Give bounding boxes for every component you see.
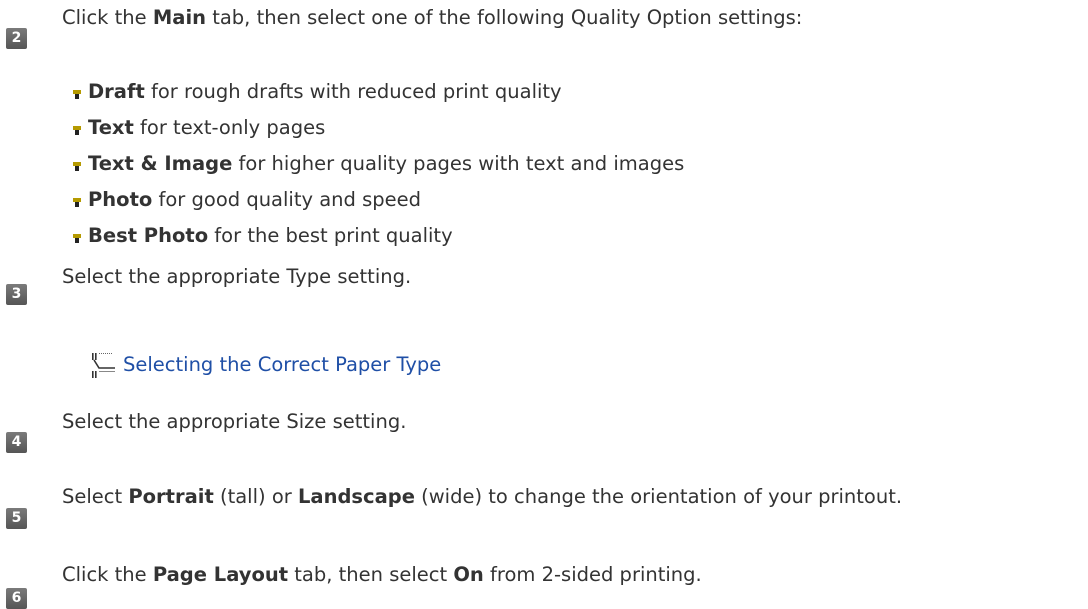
step-number-badge: 3 [6,284,27,305]
option-description: for the best print quality [208,224,453,247]
step-text: Click the Main tab, then select one of t… [62,6,802,30]
option-name: Text & Image [88,152,233,175]
option-description: for text-only pages [133,116,326,139]
step-text-part: Click the [62,6,153,29]
step-text-bold: Page Layout [152,563,289,586]
step-text: Select the appropriate Type setting. [62,265,411,289]
option-name: Text [88,116,134,139]
reference-link-text[interactable]: Selecting the Correct Paper Type [123,353,441,377]
step-text-part: Select the appropriate Size setting. [62,410,407,433]
step-text-part: Click the [62,563,153,586]
step-number-badge: 2 [6,28,27,49]
step-text-bold: Landscape [297,485,415,508]
step-text-bold: Portrait [128,485,214,508]
bullet-icon [73,234,81,243]
step-number-badge: 5 [6,508,27,529]
step-text: Select the appropriate Size setting. [62,410,406,434]
option-name: Draft [88,80,145,103]
option-name: Photo [88,188,153,211]
bullet-icon [73,198,81,207]
reference-link-icon [92,353,115,378]
bullet-icon [73,90,81,99]
step-text-part: (tall) or [213,485,298,508]
step-text-bold: On [453,563,484,586]
step-text: Select Portrait (tall) or Landscape (wid… [62,485,902,509]
list-item: Draft for rough drafts with reduced prin… [73,80,562,104]
step-text-part: Select the appropriate Type setting. [62,265,412,288]
step-text-part: tab, then select [288,563,454,586]
list-item: Photo for good quality and speed [73,188,422,212]
step-text-part: (wide) to change the orientation of your… [414,485,903,508]
step-text-bold: Main [152,6,207,29]
list-item: Best Photo for the best print quality [73,224,453,248]
option-name: Best Photo [88,224,209,247]
instructions-page: 2 Click the Main tab, then select one of… [0,0,1088,609]
list-item: Text & Image for higher quality pages wi… [73,152,685,176]
step-text-part: Select [62,485,129,508]
bullet-icon [73,162,81,171]
step-text-part: from 2-sided printing. [483,563,702,586]
step-text-part: tab, then select one of the following Qu… [206,6,803,29]
list-item: Text for text-only pages [73,116,326,140]
bullet-icon [73,126,81,135]
option-description: for higher quality pages with text and i… [232,152,685,175]
step-number-badge: 6 [6,588,27,609]
option-description: for good quality and speed [152,188,422,211]
step-number-badge: 4 [6,432,27,453]
option-description: for rough drafts with reduced print qual… [144,80,562,103]
step-text: Click the Page Layout tab, then select O… [62,563,702,587]
